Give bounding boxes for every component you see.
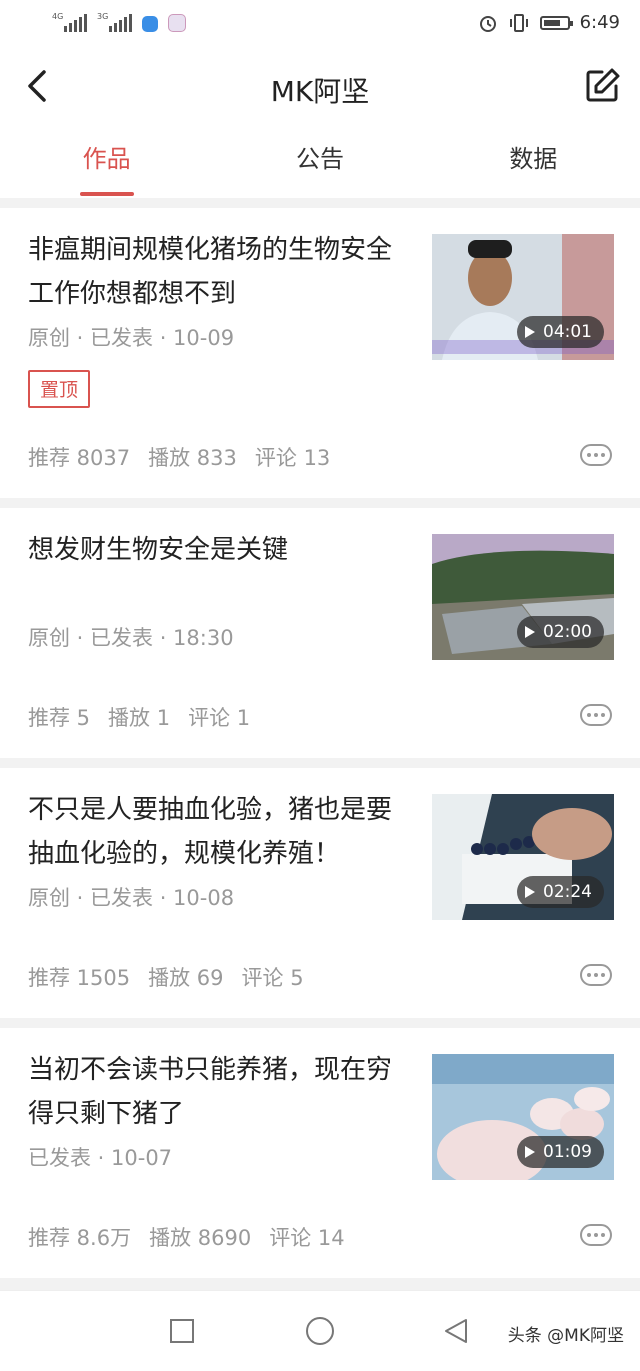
play-count: 播放 1 bbox=[108, 706, 171, 730]
pinned-badge: 置顶 bbox=[28, 370, 90, 408]
video-thumbnail[interactable]: 04:01 bbox=[432, 234, 614, 360]
article-meta: 已发表 · 10-07 bbox=[28, 1146, 173, 1170]
video-duration: 02:00 bbox=[517, 616, 604, 648]
play-count: 播放 8690 bbox=[149, 1226, 252, 1250]
play-count: 播放 833 bbox=[148, 446, 237, 470]
alarm-icon bbox=[479, 15, 496, 32]
app-notification-icon bbox=[142, 16, 158, 32]
play-count: 播放 69 bbox=[148, 966, 224, 990]
sim1-label: 4G bbox=[52, 12, 64, 21]
app-notification-icon-2 bbox=[168, 14, 186, 32]
back-nav-icon[interactable] bbox=[442, 1317, 470, 1345]
list-item[interactable]: 当初不会读书只能养猪，现在穷得只剩下猪了 已发表 · 10-07 推荐 8.6万… bbox=[0, 1028, 640, 1278]
video-duration: 02:24 bbox=[517, 876, 604, 908]
article-meta: 原创 · 已发表 · 10-08 bbox=[28, 886, 235, 910]
list-item[interactable]: 不只是人要抽血化验，猪也是要抽血化验的，规模化养殖！ 原创 · 已发表 · 10… bbox=[0, 768, 640, 1018]
more-options-icon[interactable] bbox=[580, 444, 612, 466]
play-icon bbox=[525, 1146, 535, 1158]
article-stats: 推荐 8037 播放 833 评论 13 bbox=[28, 442, 348, 472]
edit-icon[interactable] bbox=[582, 66, 622, 106]
list-item[interactable]: 非瘟期间规模化猪场的生物安全工作你想都想不到 原创 · 已发表 · 10-09 … bbox=[0, 208, 640, 498]
signal-icon-2: 3G bbox=[97, 12, 132, 32]
status-left: 4G 3G bbox=[52, 12, 186, 32]
home-icon[interactable] bbox=[306, 1317, 334, 1345]
recommend-count: 推荐 1505 bbox=[28, 966, 131, 990]
comment-count: 评论 13 bbox=[254, 446, 331, 470]
article-stats: 推荐 5 播放 1 评论 1 bbox=[28, 702, 268, 732]
signal-icon: 4G bbox=[52, 12, 87, 32]
tab-bar: 作品 公告 数据 bbox=[0, 128, 640, 198]
system-nav-bar: 头条 @MK阿坚 bbox=[0, 1290, 640, 1371]
video-duration: 01:09 bbox=[517, 1136, 604, 1168]
page-title: MK阿坚 bbox=[270, 75, 370, 108]
video-thumbnail[interactable]: 01:09 bbox=[432, 1054, 614, 1180]
sim2-label: 3G bbox=[97, 12, 109, 21]
recommend-count: 推荐 8037 bbox=[28, 446, 131, 470]
video-duration: 04:01 bbox=[517, 316, 604, 348]
tab-data[interactable]: 数据 bbox=[427, 128, 640, 198]
article-title[interactable]: 当初不会读书只能养猪，现在穷得只剩下猪了 bbox=[28, 1048, 408, 1136]
recent-apps-icon[interactable] bbox=[170, 1319, 194, 1343]
article-title[interactable]: 非瘟期间规模化猪场的生物安全工作你想都想不到 bbox=[28, 228, 408, 316]
article-list: 非瘟期间规模化猪场的生物安全工作你想都想不到 原创 · 已发表 · 10-09 … bbox=[0, 208, 640, 1288]
list-item[interactable]: 想发财生物安全是关键 原创 · 已发表 · 18:30 推荐 5 播放 1 评论 1… bbox=[0, 508, 640, 758]
recommend-count: 推荐 8.6万 bbox=[28, 1226, 132, 1250]
more-options-icon[interactable] bbox=[580, 964, 612, 986]
header: MK阿坚 bbox=[0, 48, 640, 129]
article-stats: 推荐 1505 播放 69 评论 5 bbox=[28, 962, 322, 992]
vibrate-icon bbox=[509, 13, 528, 32]
status-bar: 4G 3G 6:49 bbox=[0, 0, 640, 48]
battery-icon bbox=[539, 15, 573, 30]
article-title[interactable]: 想发财生物安全是关键 bbox=[28, 528, 408, 572]
article-meta: 原创 · 已发表 · 18:30 bbox=[28, 626, 234, 650]
article-stats: 推荐 8.6万 播放 8690 评论 14 bbox=[28, 1222, 363, 1252]
comment-count: 评论 14 bbox=[269, 1226, 345, 1250]
comment-count: 评论 1 bbox=[188, 706, 251, 730]
article-meta: 原创 · 已发表 · 10-09 bbox=[28, 326, 235, 350]
more-options-icon[interactable] bbox=[580, 704, 612, 726]
article-title[interactable]: 不只是人要抽血化验，猪也是要抽血化验的，规模化养殖！ bbox=[28, 788, 408, 876]
video-thumbnail[interactable]: 02:00 bbox=[432, 534, 614, 660]
more-options-icon[interactable] bbox=[580, 1224, 612, 1246]
status-right: 6:49 bbox=[478, 12, 620, 33]
tab-announcements[interactable]: 公告 bbox=[213, 128, 426, 198]
video-thumbnail[interactable]: 02:24 bbox=[432, 794, 614, 920]
status-time: 6:49 bbox=[579, 12, 620, 33]
play-icon bbox=[525, 886, 535, 898]
recommend-count: 推荐 5 bbox=[28, 706, 91, 730]
play-icon bbox=[525, 326, 535, 338]
watermark: 头条 @MK阿坚 bbox=[507, 1326, 624, 1346]
comment-count: 评论 5 bbox=[241, 966, 304, 990]
tab-works[interactable]: 作品 bbox=[0, 128, 213, 198]
play-icon bbox=[525, 626, 535, 638]
